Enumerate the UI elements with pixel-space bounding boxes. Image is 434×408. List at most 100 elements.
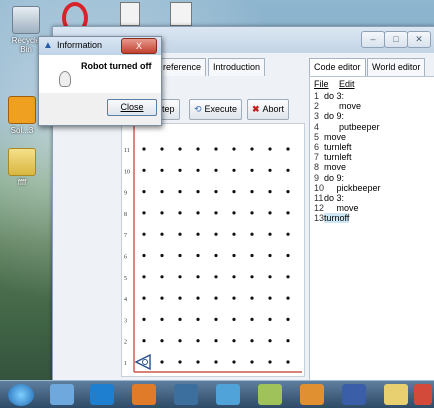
grid-dot [286,168,290,172]
dialog-titlebar: ▲ Information X [39,37,161,55]
taskbar-app-4[interactable] [174,384,198,405]
taskbar-app-2[interactable] [90,384,114,405]
code-line[interactable]: 12 move [314,203,381,213]
grid-dot [286,232,290,236]
code-text: do 3: [324,192,345,203]
code-text: do 3: [324,91,345,101]
grid-dot [142,317,146,321]
grid-dot [286,190,290,194]
grid-dot [142,190,146,194]
window-close-button[interactable]: ✕ [407,31,431,48]
code-line[interactable]: 7 turnleft [314,152,381,162]
taskbar-app-7[interactable] [300,384,324,405]
line-number: 11 [314,192,324,203]
menu-edit[interactable]: Edit [339,79,355,89]
y-tick-label: 6 [124,255,127,261]
code-text: pickbeeper [324,182,381,193]
grid-dot [142,168,146,172]
grid-dot [178,168,182,172]
code-line[interactable]: 13turnoff [314,213,381,224]
grid-dot [196,211,200,215]
grid-dot [142,147,146,151]
close-button[interactable]: Close [107,99,157,116]
code-line[interactable]: 11do 3: [314,193,381,203]
grid-dot [250,360,254,364]
maximize-button[interactable]: □ [384,31,408,48]
editor-menu: File Edit [314,79,363,89]
grid-dot [250,339,254,343]
grid-dot [268,147,272,151]
dialog-close-button[interactable]: X [121,38,157,54]
minimize-button[interactable]: – [361,31,385,48]
grid-dot [250,147,254,151]
grid-dot [286,275,290,279]
taskbar-app-1[interactable] [50,384,74,405]
grid-dot [142,296,146,300]
grid-dot [178,360,182,364]
abort-icon: ✖ [252,104,260,114]
folder-label: ffff [17,178,27,187]
recycle-bin-glyph [12,6,40,34]
app-shortcut-icon[interactable]: Sol...3 [2,96,42,135]
code-line[interactable]: 6 turnleft [314,142,381,152]
taskbar-app-3[interactable] [132,384,156,405]
grid-dot [196,296,200,300]
python-file-icon[interactable] [170,2,192,26]
y-tick-label: 3 [124,318,127,324]
tab-world-editor[interactable]: World editor [367,58,426,76]
grid-dot [160,317,164,321]
grid-dot [268,253,272,258]
taskbar-app-8[interactable] [342,384,366,405]
start-button[interactable] [8,384,34,406]
grid-dot [160,211,164,215]
code-text: move [324,131,347,142]
code-text: do 9: [324,172,345,183]
tab-code-editor[interactable]: Code editor [309,58,366,76]
y-tick-label: 11 [124,148,130,154]
taskbar-app-10[interactable] [414,384,432,405]
grid-dot [286,360,290,364]
y-tick-label: 2 [124,340,127,346]
folder-icon[interactable]: ffff [2,148,42,187]
menu-file[interactable]: File [314,79,329,89]
grid-dot [142,253,146,258]
code-line[interactable]: 10 pickbeeper [314,183,381,193]
grid-dot [232,211,236,215]
lightbulb-icon [59,71,71,87]
line-number: 7 [314,152,320,163]
grid-dot [160,275,164,279]
grid-dot [142,339,146,343]
world-grid[interactable]: 1234567891011123456789 [121,123,305,377]
grid-dot [214,360,218,364]
taskbar-app-6[interactable] [258,384,282,405]
abort-button[interactable]: ✖ Abort [247,99,290,120]
code-line[interactable]: 8 move [314,162,381,172]
line-number: 6 [314,141,320,152]
grid-dot [160,339,164,343]
code-text: turnleft [324,141,352,152]
code-line[interactable]: 5 move [314,132,381,142]
grid-dot [160,190,164,194]
code-line[interactable]: 9 do 9: [314,173,381,183]
grid-dot [178,211,182,215]
tab-introduction[interactable]: Introduction [208,58,266,76]
grid-dot [178,317,182,321]
grid-dot [196,317,200,321]
taskbar-app-5[interactable] [216,384,240,405]
taskbar-app-9[interactable] [384,384,408,405]
y-tick-label: 10 [124,169,130,175]
code-line[interactable]: 3 do 9: [314,111,381,121]
execute-button[interactable]: ⟲ Execute [189,99,243,120]
document-icon[interactable] [120,2,140,26]
code-line[interactable]: 4 putbeeper [314,122,381,132]
grid-dot [232,190,236,194]
grid-dot [196,190,200,194]
code-editor[interactable]: File Edit 1 do 3: 2 move 3 do 9: 4 putbeeper 5… [309,76,434,383]
grid-dot [178,275,182,279]
line-number: 2 [314,101,320,112]
code-line[interactable]: 1 do 3: [314,91,381,101]
code-line[interactable]: 2 move [314,101,381,111]
taskbar [0,380,434,408]
grid-dot [142,275,146,279]
information-dialog: ▲ Information X Robot turned off Close [38,36,162,126]
